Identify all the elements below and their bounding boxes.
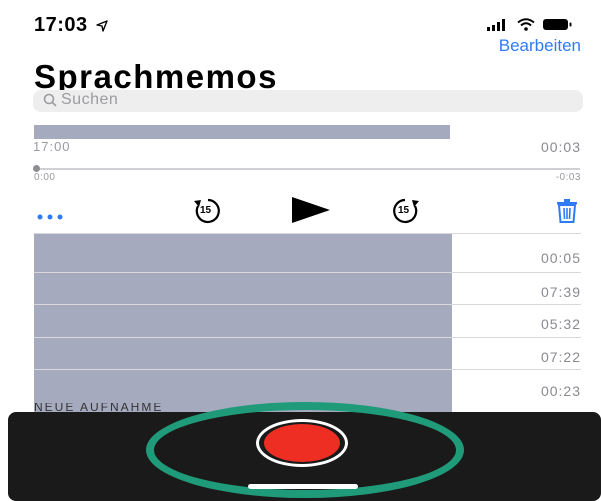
divider [34,304,581,305]
divider [34,337,581,338]
signal-icon [487,18,505,31]
remaining-time: -0:03 [555,172,581,183]
home-indicator [248,484,358,489]
recording-duration-4: 07:22 [540,349,581,365]
redacted-recording-title [34,125,450,139]
divider [34,272,581,273]
expanded-recording-name[interactable]: 17:00 [33,139,71,154]
wifi-icon [517,18,535,31]
search-field[interactable]: Suchen [33,90,583,112]
search-icon [43,93,57,107]
play-icon [292,197,330,223]
recording-duration-3: 05:32 [540,316,581,332]
skip-back-button[interactable]: 15 [190,197,226,225]
playback-scrubber[interactable] [34,168,580,170]
location-arrow-icon [96,20,108,32]
scrubber-knob[interactable] [33,165,40,172]
redacted-recording-list [34,233,452,413]
delete-button[interactable] [556,199,578,228]
status-time: 17:03 [34,14,108,37]
more-button[interactable] [36,208,66,220]
recording-duration-1: 00:05 [540,250,581,266]
search-placeholder: Suchen [61,91,119,108]
divider [34,369,581,370]
elapsed-time: 0:00 [34,172,56,183]
skip-forward-label: 15 [398,205,410,216]
more-icon [37,214,63,220]
play-button[interactable] [290,195,332,230]
recording-duration-5: 00:23 [540,383,581,399]
skip-back-label: 15 [200,205,212,216]
skip-forward-button[interactable]: 15 [387,197,423,225]
expanded-recording-duration: 00:03 [540,139,581,155]
battery-icon [543,19,572,30]
recording-duration-2: 07:39 [540,284,581,300]
status-indicators [487,18,573,31]
trash-icon [557,199,577,223]
edit-button[interactable]: Bearbeiten [499,36,581,56]
divider [34,233,581,234]
